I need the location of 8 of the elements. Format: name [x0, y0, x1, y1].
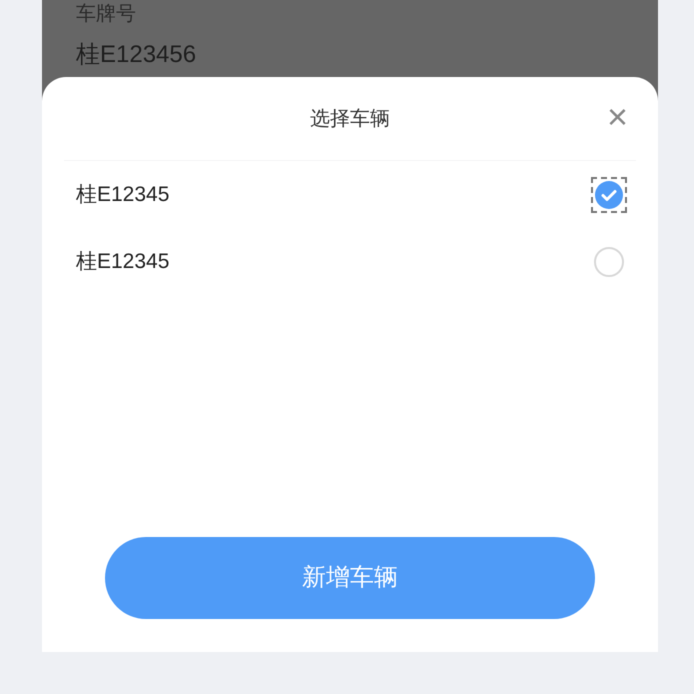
field-label: 车牌号 — [76, 3, 137, 25]
vehicle-plate: 桂E12345 — [76, 248, 170, 275]
field-value: 桂E123456 — [76, 41, 198, 69]
vehicle-plate: 桂E12345 — [76, 182, 170, 208]
add-vehicle-button[interactable]: 新增车辆 — [105, 537, 595, 619]
sheet-title: 选择车辆 — [310, 106, 390, 132]
close-button[interactable]: × — [606, 99, 628, 135]
radio-button[interactable] — [591, 176, 627, 212]
